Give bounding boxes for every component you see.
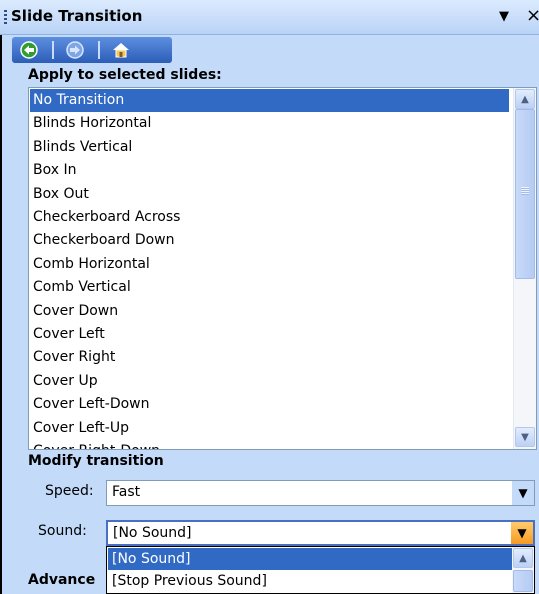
speed-value: Fast — [112, 484, 141, 500]
home-button[interactable] — [110, 40, 132, 60]
chevron-down-icon: ▼ — [521, 431, 529, 443]
apply-section-label: Apply to selected slides: — [28, 67, 222, 83]
scroll-thumb[interactable] — [515, 109, 535, 279]
task-pane-nav-bar — [12, 37, 172, 63]
chevron-down-icon: ▼ — [517, 526, 527, 540]
popup-scrollbar[interactable]: ▲ — [512, 547, 534, 593]
list-item[interactable]: Cover Left — [30, 323, 509, 346]
list-item[interactable]: Checkerboard Across — [30, 206, 509, 229]
transition-listbox[interactable]: No Transition Blinds Horizontal Blinds Ver… — [28, 87, 537, 450]
scroll-down-button[interactable]: ▼ — [515, 427, 535, 447]
sound-option[interactable]: [Stop Previous Sound] — [108, 570, 513, 592]
sound-dropdown-button[interactable]: ▼ — [511, 522, 533, 544]
list-item[interactable]: Box Out — [30, 183, 509, 206]
sound-label: Sound: — [38, 523, 87, 539]
list-item[interactable]: Blinds Horizontal — [30, 112, 509, 135]
list-item[interactable]: Box In — [30, 159, 509, 182]
scroll-up-button[interactable]: ▲ — [513, 548, 533, 568]
list-item[interactable]: Cover Right-Down — [30, 440, 509, 449]
list-item[interactable]: Cover Left-Down — [30, 393, 509, 416]
list-item[interactable]: Comb Horizontal — [30, 253, 509, 276]
home-icon — [113, 43, 129, 58]
sound-option[interactable]: [No Sound] — [108, 548, 513, 570]
task-pane-titlebar: Slide Transition ▼ × — [0, 0, 539, 35]
list-item[interactable]: Cover Down — [30, 300, 509, 323]
list-item[interactable]: Blinds Vertical — [30, 136, 509, 159]
forward-button[interactable] — [64, 40, 86, 60]
scroll-up-button[interactable]: ▲ — [515, 89, 535, 109]
list-item[interactable]: No Transition — [30, 89, 509, 112]
task-pane: Slide Transition ▼ × Apply to selected s… — [0, 0, 539, 594]
speed-dropdown-button[interactable]: ▼ — [512, 481, 534, 505]
chevron-up-icon: ▲ — [519, 552, 527, 564]
sound-value: [No Sound] — [113, 525, 192, 541]
nav-separator — [52, 41, 54, 59]
list-item[interactable]: Cover Up — [30, 370, 509, 393]
chevron-down-icon[interactable]: ▼ — [499, 9, 509, 24]
window-edge — [0, 0, 2, 594]
chevron-down-icon: ▼ — [518, 486, 528, 500]
grip-icon[interactable] — [4, 10, 7, 26]
list-item[interactable]: Comb Vertical — [30, 276, 509, 299]
back-arrow-icon — [20, 41, 38, 59]
advance-section-label: Advance — [28, 572, 96, 588]
back-button[interactable] — [18, 40, 40, 60]
listbox-scrollbar[interactable]: ▲ ▼ — [513, 88, 536, 449]
close-button[interactable]: × — [526, 5, 539, 26]
sound-dropdown[interactable]: [No Sound] ▼ — [106, 520, 535, 546]
modify-section-label: Modify transition — [28, 453, 164, 469]
sound-options-popup[interactable]: [No Sound] [Stop Previous Sound] ▲ — [106, 546, 535, 594]
speed-label: Speed: — [45, 483, 94, 499]
list-item[interactable]: Cover Right — [30, 346, 509, 369]
nav-separator — [98, 41, 100, 59]
list-item[interactable]: Checkerboard Down — [30, 229, 509, 252]
list-item[interactable]: Cover Left-Up — [30, 417, 509, 440]
task-pane-title: Slide Transition — [11, 7, 143, 25]
chevron-up-icon: ▲ — [521, 93, 529, 105]
speed-dropdown[interactable]: Fast ▼ — [106, 480, 535, 506]
scroll-thumb[interactable] — [513, 570, 533, 592]
grip-icon — [521, 187, 529, 195]
forward-arrow-icon — [66, 41, 84, 59]
